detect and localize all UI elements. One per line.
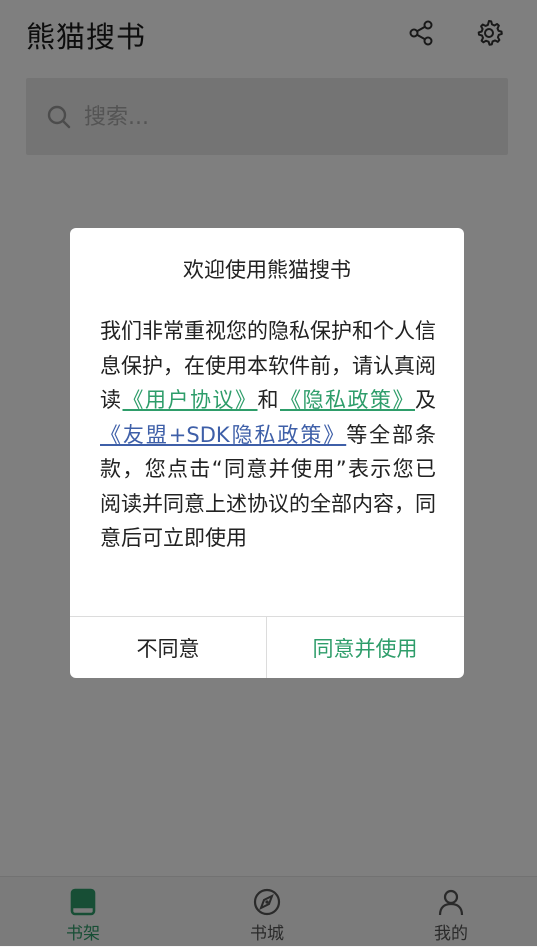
dialog-text-2: 和 <box>257 388 281 412</box>
decline-button[interactable]: 不同意 <box>70 617 266 678</box>
privacy-policy-link[interactable]: 《隐私政策》 <box>280 388 415 412</box>
umeng-sdk-privacy-link[interactable]: 《友盟+SDK隐私政策》 <box>100 423 346 447</box>
user-agreement-link[interactable]: 《用户协议》 <box>123 388 258 412</box>
dialog-body: 我们非常重视您的隐私保护和个人信息保护，在使用本软件前，请认真阅读《用户协议》和… <box>100 314 436 556</box>
dialog-title: 欢迎使用熊猫搜书 <box>183 258 351 282</box>
agree-button[interactable]: 同意并使用 <box>267 617 463 678</box>
privacy-dialog: 欢迎使用熊猫搜书 我们非常重视您的隐私保护和个人信息保护，在使用本软件前，请认真… <box>70 228 464 678</box>
dialog-text-3: 及 <box>415 388 436 412</box>
